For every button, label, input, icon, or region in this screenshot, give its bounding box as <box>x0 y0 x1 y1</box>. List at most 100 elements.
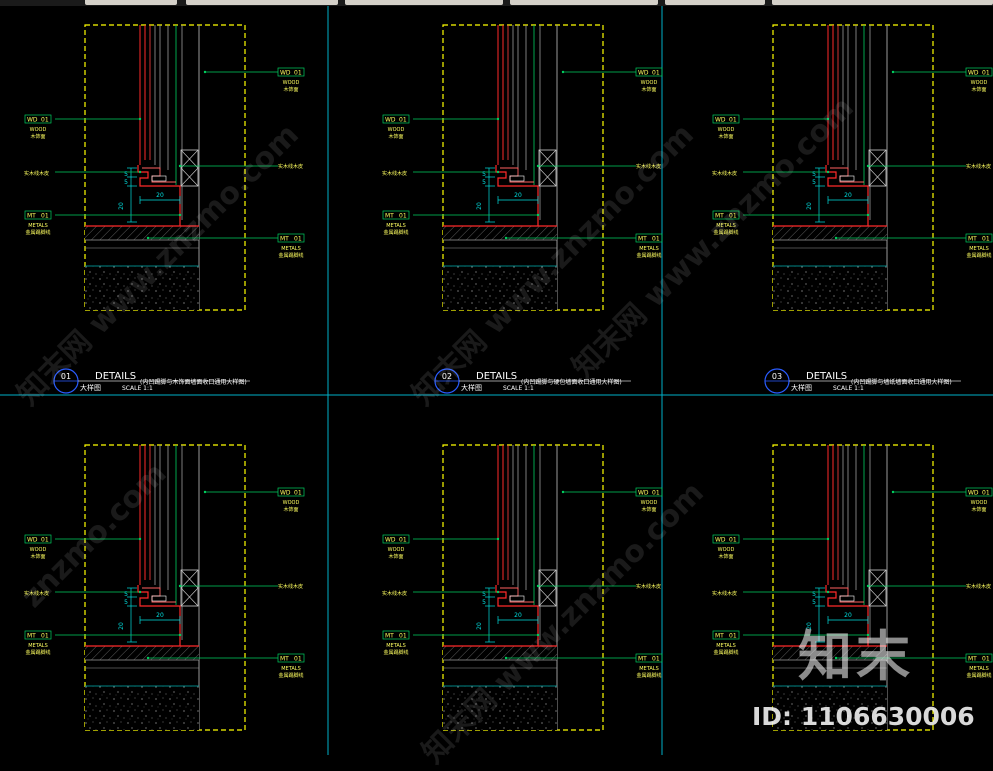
dim-a: 5 <box>812 591 816 598</box>
trim-label-right: 实木线木皮 <box>636 163 661 170</box>
detail-drawing-5[interactable]: WD 01WOOD木饰面WD 01WOOD木饰面实木线木皮实木线木皮MT 01META… <box>382 444 663 731</box>
toolbar-tab[interactable] <box>665 0 765 5</box>
detail-drawing-2[interactable]: WD 01WOOD木饰面WD 01WOOD木饰面实木线木皮实木线木皮MT 01META… <box>382 24 663 311</box>
detail-description: (内凹踢脚与硬包墙面收口通用大样图) <box>521 378 622 386</box>
wood-label-top-num: 01 <box>652 70 660 77</box>
metal-label-right-num: 01 <box>982 656 990 663</box>
dim-a: 5 <box>482 171 486 178</box>
metal-label-right-cn: 金属踢脚线 <box>636 252 661 259</box>
wood-label-left-cn: 木饰面 <box>388 133 403 140</box>
wood-label-left-num: 01 <box>729 117 737 124</box>
wood-label-left-sub: WOOD <box>718 547 735 553</box>
toolbar-tab[interactable] <box>510 0 658 5</box>
wood-label-left-code: WD <box>715 537 726 544</box>
metal-label-left-code: MT <box>385 213 394 220</box>
detail-title-block-2: 02 DETAILS大样图 SCALE 1:1(内凹踢脚与硬包墙面收口通用大样图) <box>434 368 631 394</box>
toolbar-tab[interactable] <box>186 0 338 5</box>
dim-c: 20 <box>514 612 522 619</box>
toolbar-tab[interactable] <box>772 0 993 5</box>
detail-number: 01 <box>61 372 71 381</box>
wood-label-top-sub: WOOD <box>641 80 658 86</box>
wood-label-top-code: WD <box>968 490 979 497</box>
metal-label-left-sub: METALS <box>386 643 406 649</box>
metal-label-left-code: MT <box>715 633 724 640</box>
dim-c: 20 <box>844 192 852 199</box>
metal-label-right-sub: METALS <box>281 666 301 672</box>
detail-title-block-1: 01 DETAILS大样图 SCALE 1:1(内凹踢脚与木饰面墙面收口通用大样图) <box>53 368 250 394</box>
wood-label-top-sub: WOOD <box>971 80 988 86</box>
wood-label-top-code: WD <box>280 490 291 497</box>
metal-label-right-cn: 金属踢脚线 <box>278 252 303 259</box>
detail-scale: SCALE 1:1 <box>833 385 864 392</box>
dim-a: 5 <box>812 171 816 178</box>
dim-a: 5 <box>124 591 128 598</box>
detail-drawing-4[interactable]: WD 01WOOD木饰面WD 01WOOD木饰面实木线木皮实木线木皮MT 01META… <box>24 444 305 731</box>
metal-label-left-code: MT <box>27 633 36 640</box>
metal-label-right-sub: METALS <box>639 666 659 672</box>
wood-label-left-sub: WOOD <box>30 127 47 133</box>
wood-label-left-sub: WOOD <box>30 547 47 553</box>
wood-label-left-code: WD <box>385 537 396 544</box>
wood-label-top-code: WD <box>280 70 291 77</box>
metal-label-right-code: MT <box>280 236 289 243</box>
dim-b: 5 <box>124 599 128 606</box>
detail-title: DETAILS <box>95 371 136 382</box>
detail-linework <box>412 444 637 731</box>
metal-label-right-num: 01 <box>982 236 990 243</box>
wood-label-left-cn: 木饰面 <box>718 133 733 140</box>
dim-d: 20 <box>806 202 813 210</box>
wood-label-top-sub: WOOD <box>971 500 988 506</box>
brand-id: ID: 1106630006 <box>752 702 975 731</box>
detail-title: DETAILS <box>806 371 847 382</box>
detail-title-block-3: 03 DETAILS大样图 SCALE 1:1(内凹踢脚与墙纸墙面收口通用大样图) <box>764 368 961 394</box>
metal-label-left-sub: METALS <box>716 643 736 649</box>
dim-c: 20 <box>156 192 164 199</box>
detail-subtitle: 大样图 <box>791 383 812 392</box>
metal-label-left-num: 01 <box>41 213 49 220</box>
detail-scale: SCALE 1:1 <box>503 385 534 392</box>
dim-b: 5 <box>812 599 816 606</box>
detail-number: 03 <box>772 372 782 381</box>
metal-label-right-sub: METALS <box>281 246 301 252</box>
wood-label-left-cn: 木饰面 <box>30 133 45 140</box>
dim-b: 5 <box>124 179 128 186</box>
detail-linework <box>54 24 279 311</box>
wood-label-top-sub: WOOD <box>283 80 300 86</box>
toolbar-tab[interactable] <box>85 0 177 5</box>
trim-label-left: 实木线木皮 <box>712 590 737 597</box>
wood-label-left-cn: 木饰面 <box>718 553 733 560</box>
metal-label-right-cn: 金属踢脚线 <box>636 672 661 679</box>
metal-label-left-sub: METALS <box>28 643 48 649</box>
wood-label-top-cn: 木饰面 <box>641 86 656 93</box>
metal-label-right-num: 01 <box>294 236 302 243</box>
metal-label-right-sub: METALS <box>969 246 989 252</box>
trim-label-left: 实木线木皮 <box>382 590 407 597</box>
wood-label-top-code: WD <box>968 70 979 77</box>
wood-label-left-code: WD <box>385 117 396 124</box>
wood-label-left-num: 01 <box>729 537 737 544</box>
wood-label-top-cn: 木饰面 <box>971 506 986 513</box>
detail-drawing-1[interactable]: WD 01WOOD木饰面WD 01WOOD木饰面实木线木皮实木线木皮MT 01META… <box>24 24 305 311</box>
detail-drawing-3[interactable]: WD 01WOOD木饰面WD 01WOOD木饰面实木线木皮实木线木皮MT 01META… <box>712 24 993 311</box>
dim-d: 20 <box>476 622 483 630</box>
trim-label-right: 实木线木皮 <box>966 583 991 590</box>
trim-label-left: 实木线木皮 <box>382 170 407 177</box>
metal-label-left-num: 01 <box>729 633 737 640</box>
wood-label-top-num: 01 <box>652 490 660 497</box>
metal-label-left-num: 01 <box>399 213 407 220</box>
wood-label-top-cn: 木饰面 <box>971 86 986 93</box>
toolbar-tab[interactable] <box>345 0 503 5</box>
detail-description: (内凹踢脚与木饰面墙面收口通用大样图) <box>140 378 247 386</box>
detail-scale: SCALE 1:1 <box>122 385 153 392</box>
wood-label-top-num: 01 <box>982 490 990 497</box>
dim-d: 20 <box>476 202 483 210</box>
wood-label-top-sub: WOOD <box>283 500 300 506</box>
wood-label-left-code: WD <box>27 537 38 544</box>
metal-label-right-num: 01 <box>294 656 302 663</box>
trim-label-right: 实木线木皮 <box>278 583 303 590</box>
dim-a: 5 <box>482 591 486 598</box>
wood-label-top-code: WD <box>638 70 649 77</box>
wood-label-top-cn: 木饰面 <box>283 506 298 513</box>
detail-linework <box>54 444 279 731</box>
wood-label-left-cn: 木饰面 <box>30 553 45 560</box>
